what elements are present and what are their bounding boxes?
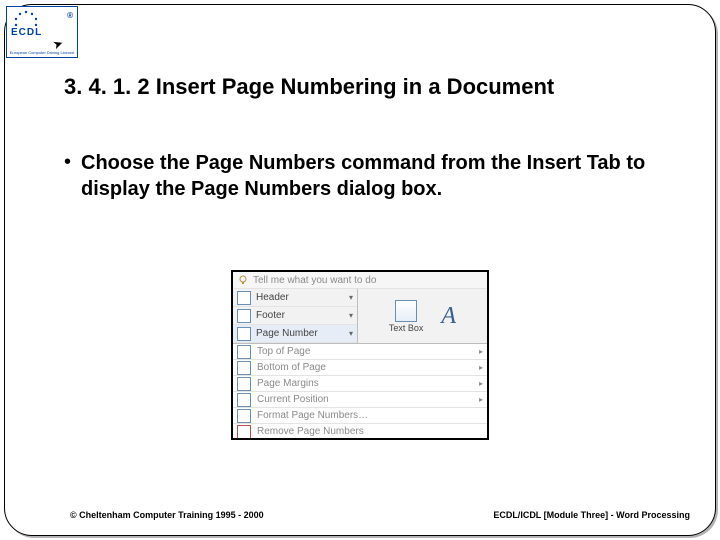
tell-me-search[interactable]: Tell me what you want to do [233,272,487,289]
dropdown-icon: ▾ [349,311,353,320]
lightbulb-icon [237,274,249,286]
header-button[interactable]: Header ▾ [233,289,357,307]
logo-subtitle: European Computer Driving Licence [7,50,77,55]
text-group: Text Box A [358,289,487,343]
submenu-label: Remove Page Numbers [257,426,483,437]
page-number-submenu: Top of Page ▸ Bottom of Page ▸ Page Marg… [233,344,487,440]
header-footer-group: Header ▾ Footer ▾ Page Number ▾ [233,289,357,343]
registered-mark: ® [67,11,73,20]
submenu-arrow-icon: ▸ [479,379,483,388]
footer-copyright: © Cheltenham Computer Training 1995 - 20… [70,510,264,520]
top-of-page-icon [237,345,251,359]
submenu-label: Current Position [257,394,479,405]
submenu-format-page-numbers[interactable]: Format Page Numbers… [233,408,487,424]
submenu-arrow-icon: ▸ [479,347,483,356]
header-label: Header [256,292,345,303]
instruction-bullet: • Choose the Page Numbers command from t… [64,150,680,202]
page-number-icon [237,327,251,341]
tell-me-placeholder: Tell me what you want to do [253,275,376,286]
page-number-button[interactable]: Page Number ▾ [233,325,357,343]
text-segment: command from the [336,152,527,174]
submenu-current-position[interactable]: Current Position ▸ [233,392,487,408]
slide: ➤ ® ECDL European Computer Driving Licen… [0,0,720,540]
ribbon-screenshot: Tell me what you want to do Header ▾ Foo… [231,270,489,440]
submenu-label: Format Page Numbers… [257,410,483,421]
submenu-remove-page-numbers[interactable]: Remove Page Numbers [233,424,487,440]
submenu-label: Page Margins [257,378,479,389]
submenu-bottom-of-page[interactable]: Bottom of Page ▸ [233,360,487,376]
logo-text: ECDL [11,27,42,38]
submenu-arrow-icon: ▸ [479,363,483,372]
submenu-label: Bottom of Page [257,362,479,373]
text-box-label: Text Box [389,324,424,333]
remove-icon [237,425,251,439]
submenu-arrow-icon: ▸ [479,395,483,404]
submenu-top-of-page[interactable]: Top of Page ▸ [233,344,487,360]
bullet-marker: • [64,150,71,174]
submenu-label: Top of Page [257,346,479,357]
submenu-page-margins[interactable]: Page Margins ▸ [233,376,487,392]
format-icon [237,409,251,423]
text-box-button[interactable]: Text Box [389,300,424,333]
page-margins-icon [237,377,251,391]
page-title: 3. 4. 1. 2 Insert Page Numbering in a Do… [64,74,680,100]
text-segment: Choose the [81,152,195,174]
footer-module: ECDL/ICDL [Module Three] - Word Processi… [493,510,690,520]
ribbon-group: Header ▾ Footer ▾ Page Number ▾ [233,289,487,344]
dropdown-icon: ▾ [349,293,353,302]
header-icon [237,291,251,305]
footer-button[interactable]: Footer ▾ [233,307,357,325]
footer-icon [237,309,251,323]
wordart-icon[interactable]: A [441,303,456,330]
footer-label: Footer [256,310,345,321]
emphasis-page-numbers: Page Numbers [195,152,335,174]
dropdown-icon: ▾ [349,329,353,338]
ecdl-logo: ➤ ® ECDL European Computer Driving Licen… [6,6,78,58]
page-number-label: Page Number [256,328,345,339]
current-position-icon [237,393,251,407]
text-box-icon [395,300,417,322]
bottom-of-page-icon [237,361,251,375]
instruction-text: Choose the Page Numbers command from the… [81,150,680,202]
emphasis-insert: Insert [527,152,581,174]
